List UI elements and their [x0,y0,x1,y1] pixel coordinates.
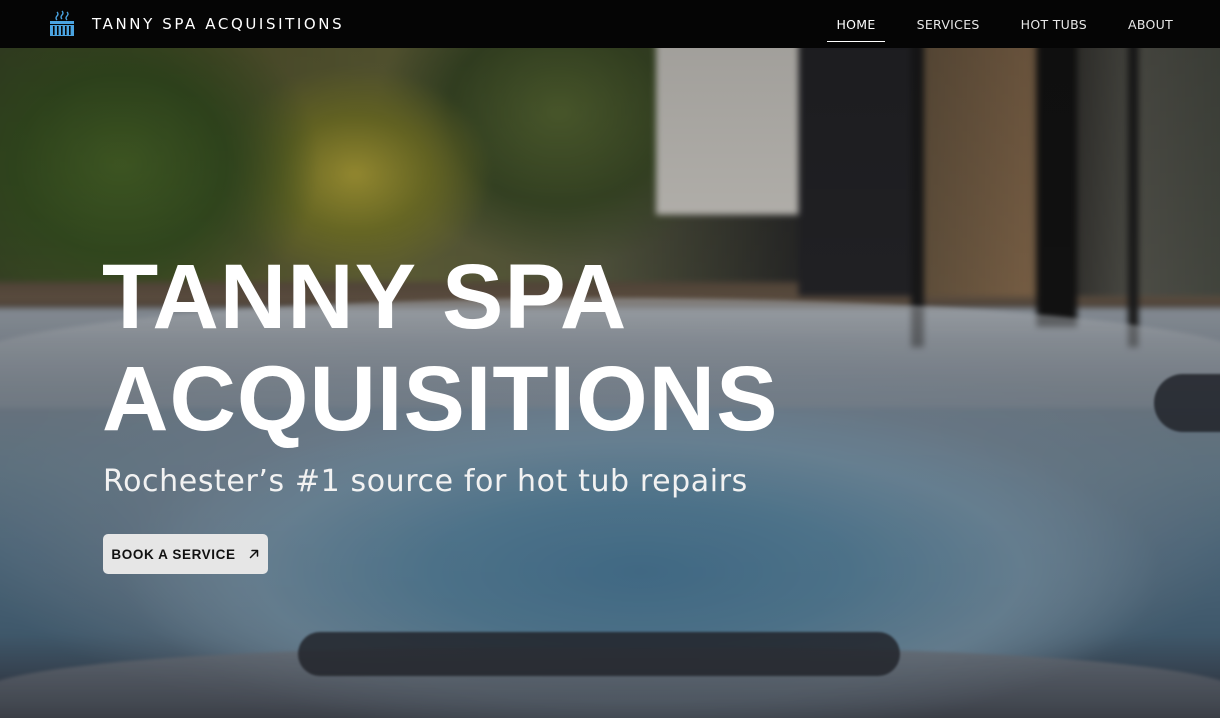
nav-services[interactable]: SERVICES [917,11,980,38]
hero-title: TANNY SPA ACQUISITIONS [102,246,778,450]
brand-link[interactable]: TANNY SPA ACQUISITIONS [48,9,344,39]
arrow-up-right-icon [249,549,258,559]
hero-subtitle: Rochester’s #1 source for hot tub repair… [103,464,748,499]
hero-title-line-1: TANNY SPA [102,246,628,348]
book-service-button[interactable]: BOOK A SERVICE [103,534,268,574]
top-navbar: TANNY SPA ACQUISITIONS HOME SERVICES HOT… [0,0,1220,48]
main-nav: HOME SERVICES HOT TUBS ABOUT [795,0,1173,48]
page: TANNY SPA ACQUISITIONS HOME SERVICES HOT… [0,0,1220,718]
nav-about[interactable]: ABOUT [1128,11,1173,38]
nav-home[interactable]: HOME [827,11,885,42]
brand-name: TANNY SPA ACQUISITIONS [92,15,345,33]
hot-tub-icon [50,10,74,36]
book-service-label: BOOK A SERVICE [111,546,236,562]
hero-title-line-2: ACQUISITIONS [102,348,779,450]
nav-hot-tubs[interactable]: HOT TUBS [1021,11,1087,38]
